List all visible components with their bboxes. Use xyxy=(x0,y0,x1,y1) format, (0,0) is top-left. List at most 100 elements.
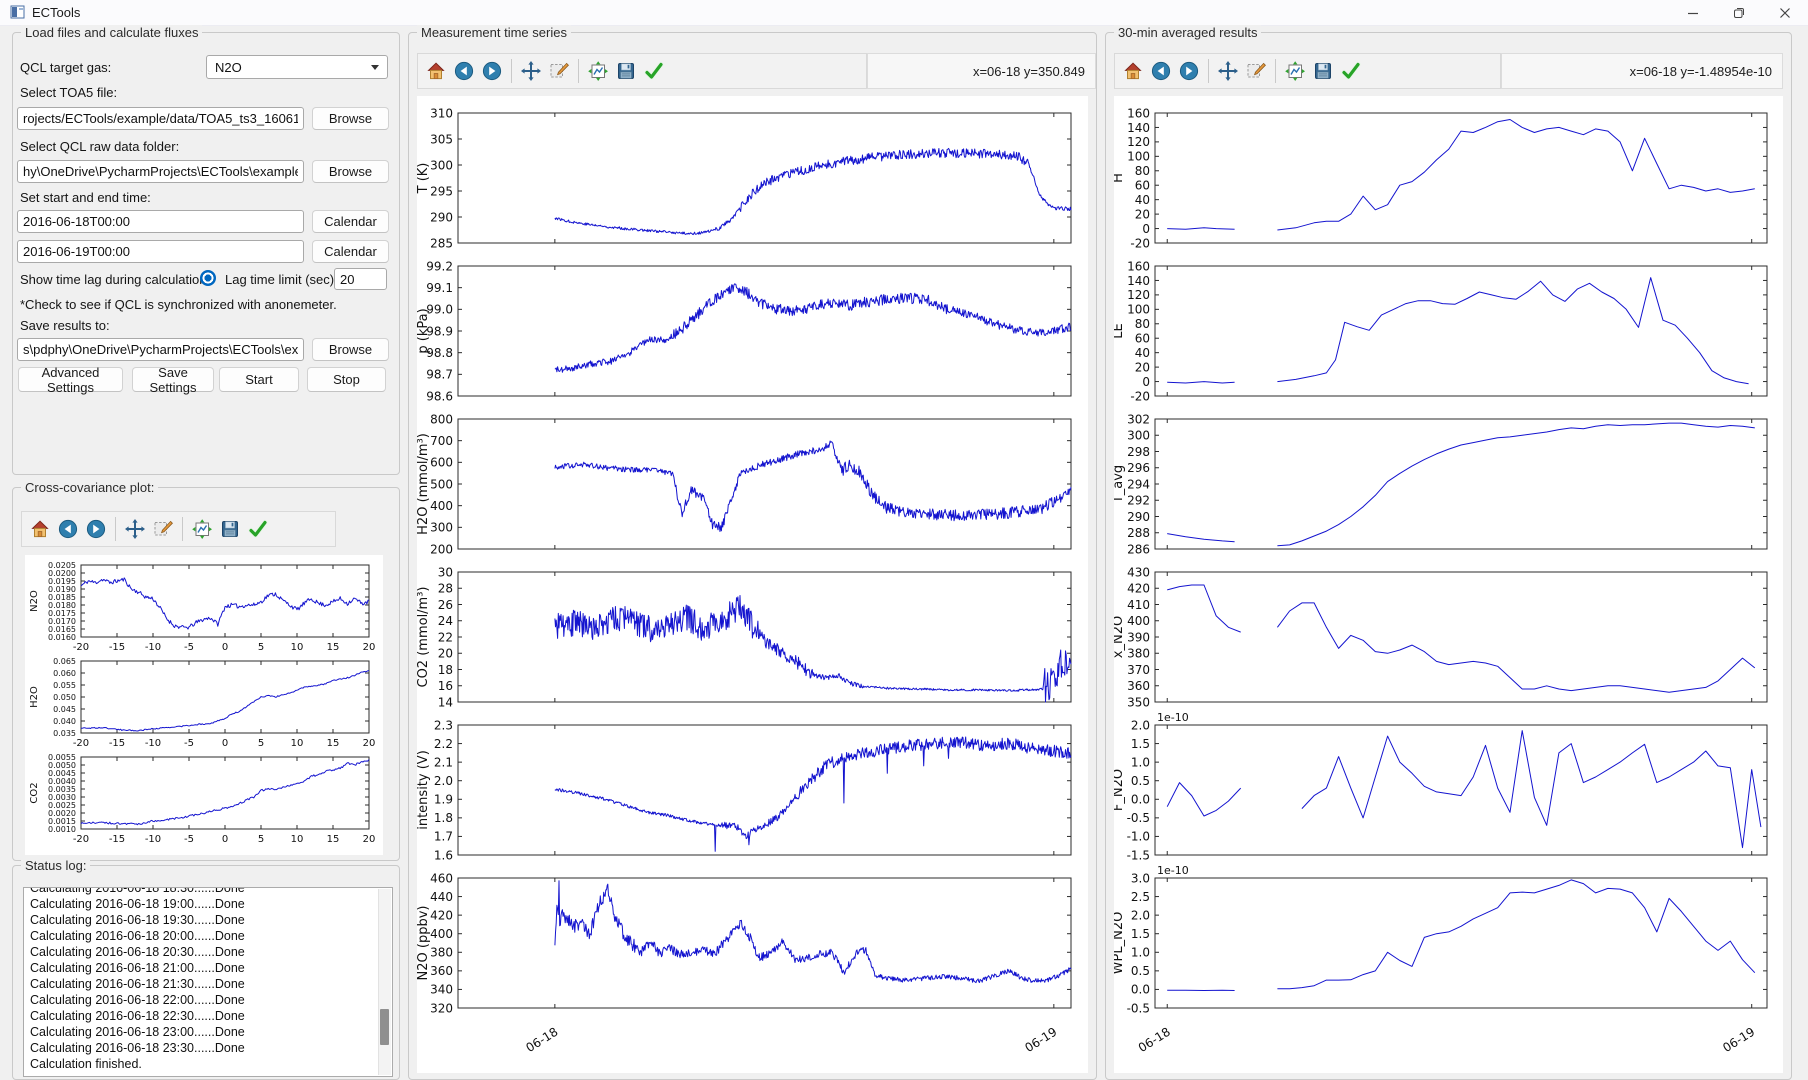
svg-text:5: 5 xyxy=(258,642,264,653)
lag-limit-label: Lag time limit (sec): xyxy=(225,272,338,287)
back-button[interactable] xyxy=(54,515,82,543)
start-time-input[interactable] xyxy=(17,210,304,233)
averaged-figure[interactable]: -20020406080100120140160H-20020406080100… xyxy=(1114,96,1783,1073)
advanced-settings-button[interactable]: Advanced Settings xyxy=(18,367,123,392)
toolbar-separator xyxy=(511,59,512,83)
back-icon xyxy=(453,60,475,82)
svg-text:H2O (mmol/m³): H2O (mmol/m³) xyxy=(417,433,431,535)
home-button[interactable] xyxy=(26,515,54,543)
save-figure-button[interactable] xyxy=(1309,57,1337,85)
close-button[interactable] xyxy=(1762,0,1808,25)
crosscov-group: Cross-covariance plot: 0.01600.01650.017… xyxy=(12,487,400,861)
svg-text:2.0: 2.0 xyxy=(434,774,453,788)
svg-text:x_N2O: x_N2O xyxy=(1114,616,1126,658)
group-title: 30-min averaged results xyxy=(1114,25,1261,40)
subplots-button[interactable] xyxy=(1281,57,1309,85)
home-button[interactable] xyxy=(422,57,450,85)
browse-toa5-button[interactable]: Browse xyxy=(312,107,389,130)
forward-icon xyxy=(1178,60,1200,82)
svg-text:intensity (V): intensity (V) xyxy=(417,750,431,830)
back-button[interactable] xyxy=(1147,57,1175,85)
qcl-target-gas-select[interactable]: N2O xyxy=(206,55,388,79)
svg-text:0.0040: 0.0040 xyxy=(48,777,76,786)
toolbar-separator xyxy=(578,59,579,83)
minimize-button[interactable] xyxy=(1670,0,1716,25)
browse-folder-button[interactable]: Browse xyxy=(312,160,389,183)
restore-button[interactable] xyxy=(1716,0,1762,25)
toa5-file-input[interactable] xyxy=(17,107,304,130)
forward-button[interactable] xyxy=(478,57,506,85)
svg-text:294: 294 xyxy=(1127,477,1150,491)
zoom-button[interactable] xyxy=(545,57,573,85)
log-scrollbar[interactable] xyxy=(378,889,391,1075)
sync-check-button[interactable] xyxy=(640,57,668,85)
pan-icon xyxy=(520,60,542,82)
svg-text:5: 5 xyxy=(258,738,264,749)
svg-text:-20: -20 xyxy=(73,834,89,845)
svg-text:-5: -5 xyxy=(184,834,194,845)
save-settings-button[interactable]: Save Settings xyxy=(132,367,214,392)
svg-text:-10: -10 xyxy=(145,642,161,653)
pan-button[interactable] xyxy=(121,515,149,543)
svg-text:-0.5: -0.5 xyxy=(1127,811,1150,825)
svg-text:20: 20 xyxy=(363,834,376,845)
status-log[interactable]: Calculating 2016-06-18 18:30......Done C… xyxy=(23,887,393,1077)
svg-text:0.0180: 0.0180 xyxy=(48,601,76,610)
svg-text:40: 40 xyxy=(1135,346,1150,360)
save-figure-button[interactable] xyxy=(216,515,244,543)
svg-text:-15: -15 xyxy=(109,834,125,845)
svg-text:0.0195: 0.0195 xyxy=(48,577,76,586)
show-time-lag-radio[interactable] xyxy=(200,270,216,286)
log-line: Calculating 2016-06-18 22:00......Done xyxy=(30,992,392,1008)
check-icon xyxy=(1340,60,1362,82)
save-figure-button[interactable] xyxy=(612,57,640,85)
log-line: Calculating 2016-06-18 20:00......Done xyxy=(30,928,392,944)
svg-text:40: 40 xyxy=(1135,193,1150,207)
svg-text:0.5: 0.5 xyxy=(1131,964,1150,978)
log-scrollbar-thumb[interactable] xyxy=(380,1009,389,1045)
window-controls xyxy=(1670,0,1808,25)
start-calendar-button[interactable]: Calendar xyxy=(312,210,389,233)
back-button[interactable] xyxy=(450,57,478,85)
svg-text:420: 420 xyxy=(430,908,453,922)
pan-button[interactable] xyxy=(1214,57,1242,85)
browse-save-button[interactable]: Browse xyxy=(312,338,389,361)
lag-limit-input[interactable] xyxy=(334,268,387,290)
svg-text:410: 410 xyxy=(1127,598,1150,612)
svg-text:0.0045: 0.0045 xyxy=(48,769,76,778)
svg-text:-15: -15 xyxy=(109,738,125,749)
subplots-button[interactable] xyxy=(188,515,216,543)
pan-button[interactable] xyxy=(517,57,545,85)
end-time-input[interactable] xyxy=(17,240,304,263)
group-title: Measurement time series xyxy=(417,25,571,40)
group-title: Status log: xyxy=(21,858,90,873)
svg-text:120: 120 xyxy=(1127,288,1150,302)
svg-text:0.065: 0.065 xyxy=(53,657,76,666)
svg-text:0.5: 0.5 xyxy=(1131,774,1150,788)
timeseries-figure[interactable]: 285290295300305310T (K)98.698.798.898.99… xyxy=(417,96,1088,1073)
home-button[interactable] xyxy=(1119,57,1147,85)
crosscov-figure[interactable]: 0.01600.01650.01700.01750.01800.01850.01… xyxy=(25,555,383,855)
zoom-button[interactable] xyxy=(1242,57,1270,85)
stop-button[interactable]: Stop xyxy=(307,367,386,392)
save-icon xyxy=(219,518,241,540)
svg-text:1.6: 1.6 xyxy=(434,848,453,862)
svg-text:350: 350 xyxy=(1127,695,1150,709)
svg-text:F_N2O: F_N2O xyxy=(1114,769,1126,811)
svg-text:285: 285 xyxy=(430,236,453,250)
start-button[interactable]: Start xyxy=(219,367,299,392)
save-results-input[interactable] xyxy=(17,338,304,361)
svg-text:80: 80 xyxy=(1135,164,1150,178)
sync-check-button[interactable] xyxy=(1337,57,1365,85)
qcl-folder-input[interactable] xyxy=(17,160,304,183)
svg-text:400: 400 xyxy=(1127,614,1150,628)
svg-text:1.7: 1.7 xyxy=(434,830,453,844)
forward-button[interactable] xyxy=(82,515,110,543)
forward-button[interactable] xyxy=(1175,57,1203,85)
sync-check-button[interactable] xyxy=(244,515,272,543)
svg-text:160: 160 xyxy=(1127,106,1150,120)
subplots-button[interactable] xyxy=(584,57,612,85)
svg-text:2.0: 2.0 xyxy=(1131,908,1150,922)
zoom-button[interactable] xyxy=(149,515,177,543)
end-calendar-button[interactable]: Calendar xyxy=(312,240,389,263)
